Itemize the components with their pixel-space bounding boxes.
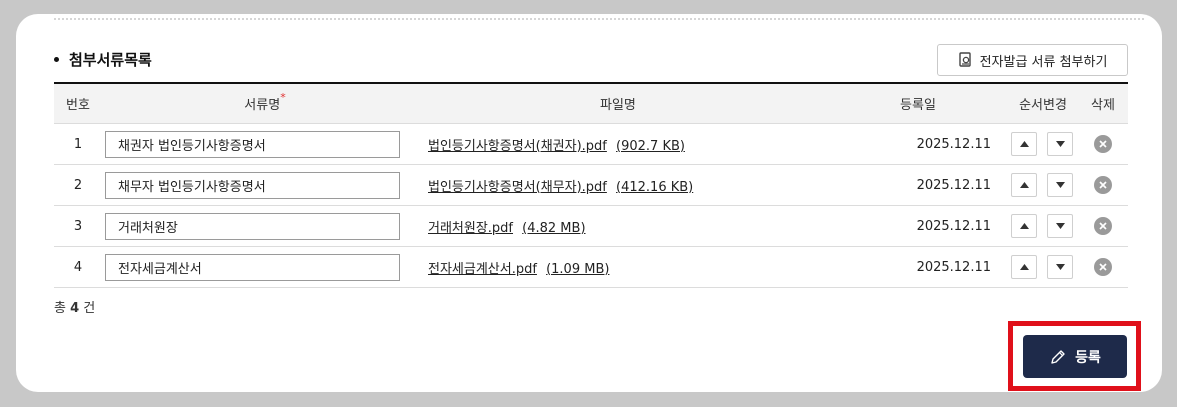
arrow-down-icon [1055, 264, 1065, 270]
row-delete-cell [1078, 135, 1128, 153]
document-name-input[interactable] [105, 253, 400, 281]
move-up-button[interactable] [1011, 173, 1037, 197]
delete-button[interactable] [1094, 258, 1112, 276]
row-name-cell [102, 212, 428, 240]
row-order-cell [1008, 255, 1078, 279]
header-delete: 삭제 [1091, 98, 1115, 113]
bullet-icon [54, 56, 59, 62]
row-order-cell [1008, 132, 1078, 156]
arrow-up-icon [1019, 264, 1029, 270]
register-button[interactable]: 등록 [1023, 335, 1127, 378]
close-circle-icon [1099, 222, 1107, 230]
row-file-cell: 법인등기사항증명서(채권자).pdf (902.7 KB) [428, 135, 828, 154]
move-up-button[interactable] [1011, 255, 1037, 279]
document-name-input[interactable] [105, 171, 400, 199]
file-size-link[interactable]: (1.09 MB) [546, 262, 609, 277]
row-date: 2025.12.11 [916, 259, 991, 275]
pencil-icon [1051, 349, 1065, 364]
row-date: 2025.12.11 [916, 177, 991, 193]
register-button-label: 등록 [1075, 349, 1101, 366]
arrow-down-icon [1055, 182, 1065, 188]
row-date: 2025.12.11 [916, 218, 991, 234]
move-down-button[interactable] [1047, 173, 1073, 197]
total-prefix: 총 [54, 301, 66, 316]
arrow-down-icon [1055, 141, 1065, 147]
header-file: 파일명 [600, 98, 636, 113]
row-file-cell: 전자세금계산서.pdf (1.09 MB) [428, 258, 828, 277]
header-date: 등록일 [900, 98, 936, 113]
document-name-input[interactable] [105, 130, 400, 158]
row-name-cell [102, 130, 428, 158]
table-row: 3 거래처원장.pdf (4.82 MB) 2025.12.11 [54, 206, 1128, 247]
close-circle-icon [1099, 140, 1107, 148]
arrow-up-icon [1019, 141, 1029, 147]
row-order-cell [1008, 173, 1078, 197]
file-size-link[interactable]: (412.16 KB) [616, 180, 693, 195]
file-size-link[interactable]: (902.7 KB) [616, 139, 685, 154]
row-order-cell [1008, 214, 1078, 238]
document-attach-icon [958, 52, 971, 67]
total-count: 총 4 건 [54, 297, 95, 316]
row-delete-cell [1078, 217, 1128, 235]
move-down-button[interactable] [1047, 132, 1073, 156]
arrow-up-icon [1019, 182, 1029, 188]
attach-e-document-button[interactable]: 전자발급 서류 첨부하기 [937, 44, 1128, 76]
delete-button[interactable] [1094, 176, 1112, 194]
table-row: 4 전자세금계산서.pdf (1.09 MB) 2025.12.11 [54, 247, 1128, 288]
file-name-link[interactable]: 전자세금계산서.pdf [428, 262, 537, 277]
row-no: 2 [73, 177, 83, 193]
row-no: 1 [73, 136, 83, 152]
move-down-button[interactable] [1047, 214, 1073, 238]
row-date: 2025.12.11 [916, 136, 991, 152]
attach-button-label: 전자발급 서류 첨부하기 [979, 54, 1108, 70]
header-no: 번호 [66, 98, 90, 113]
arrow-down-icon [1055, 223, 1065, 229]
row-delete-cell [1078, 258, 1128, 276]
table-row: 2 법인등기사항증명서(채무자).pdf (412.16 KB) 2025.12… [54, 165, 1128, 206]
required-mark: * [280, 91, 286, 104]
row-name-cell [102, 171, 428, 199]
document-name-input[interactable] [105, 212, 400, 240]
file-size-link[interactable]: (4.82 MB) [522, 221, 585, 236]
file-name-link[interactable]: 법인등기사항증명서(채권자).pdf [428, 139, 607, 154]
row-no: 4 [73, 259, 83, 275]
row-name-cell [102, 253, 428, 281]
move-up-button[interactable] [1011, 132, 1037, 156]
row-delete-cell [1078, 176, 1128, 194]
arrow-up-icon [1019, 223, 1029, 229]
file-name-link[interactable]: 거래처원장.pdf [428, 221, 513, 236]
header-name-text: 서류명 [244, 98, 281, 113]
close-circle-icon [1099, 263, 1107, 271]
total-count-value: 4 [70, 301, 80, 316]
row-no: 3 [73, 218, 83, 234]
table-row: 1 법인등기사항증명서(채권자).pdf (902.7 KB) 2025.12.… [54, 124, 1128, 165]
total-suffix: 건 [83, 301, 96, 316]
delete-button[interactable] [1094, 135, 1112, 153]
move-down-button[interactable] [1047, 255, 1073, 279]
row-file-cell: 거래처원장.pdf (4.82 MB) [428, 217, 828, 236]
attachment-panel: 첨부서류목록 전자발급 서류 첨부하기 번호 서류명* 파일명 등록일 순서변경… [16, 14, 1162, 392]
attachment-table: 번호 서류명* 파일명 등록일 순서변경 삭제 1 법인등기사항증명서(채권자)… [54, 82, 1128, 288]
section-title-text: 첨부서류목록 [69, 50, 152, 69]
header-order: 순서변경 [1019, 98, 1067, 113]
section-title: 첨부서류목록 [54, 48, 152, 70]
divider [54, 18, 1144, 20]
table-header: 번호 서류명* 파일명 등록일 순서변경 삭제 [54, 84, 1128, 124]
row-file-cell: 법인등기사항증명서(채무자).pdf (412.16 KB) [428, 176, 828, 195]
header-name: 서류명* [102, 91, 428, 113]
file-name-link[interactable]: 법인등기사항증명서(채무자).pdf [428, 180, 607, 195]
move-up-button[interactable] [1011, 214, 1037, 238]
delete-button[interactable] [1094, 217, 1112, 235]
close-circle-icon [1099, 181, 1107, 189]
